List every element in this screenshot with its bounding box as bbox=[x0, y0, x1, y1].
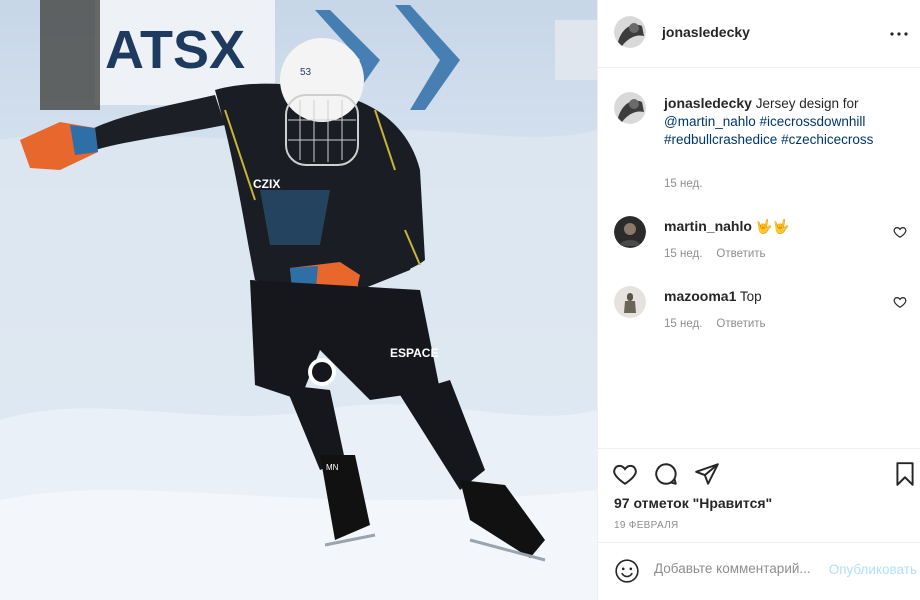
commenter-avatar[interactable] bbox=[614, 286, 646, 318]
post-date[interactable]: 19 ФЕВРАЛЯ bbox=[614, 520, 679, 531]
post-actions: 97 отметок "Нравится" 19 ФЕВРАЛЯ bbox=[598, 448, 920, 542]
helmet-number: 53 bbox=[300, 67, 312, 78]
banner-text: ATSX bbox=[105, 20, 245, 80]
skate-initials: MN bbox=[326, 463, 339, 472]
comment-time[interactable]: 15 нед. bbox=[664, 318, 702, 330]
comment-bubble-icon[interactable] bbox=[653, 461, 679, 487]
comment-body: Top bbox=[739, 289, 762, 304]
skater-illustration: ATSX CZIX 53 ESPACE MN bbox=[0, 0, 597, 600]
author-avatar[interactable] bbox=[614, 16, 646, 48]
caption-avatar[interactable] bbox=[614, 92, 646, 124]
comment-meta: 15 нед. Ответить bbox=[664, 248, 766, 260]
hashtag[interactable]: #redbullcrashedice bbox=[664, 132, 777, 147]
caption-username[interactable]: jonasledecky bbox=[664, 95, 752, 111]
hashtag[interactable]: #icecrossdownhill bbox=[760, 114, 866, 129]
likes-count[interactable]: 97 отметок "Нравится" bbox=[614, 495, 772, 511]
caption-text: jonasledecky Jersey design for @martin_n… bbox=[664, 94, 894, 149]
publish-button[interactable]: Опубликовать bbox=[829, 562, 917, 577]
shorts-brand: ESPACE bbox=[390, 346, 438, 360]
post-header: jonasledecky bbox=[598, 0, 920, 68]
add-comment-bar: Опубликовать bbox=[598, 542, 920, 600]
reply-button[interactable]: Ответить bbox=[716, 248, 765, 260]
emoji-icon[interactable] bbox=[614, 558, 640, 584]
comment-username[interactable]: mazooma1 bbox=[664, 288, 736, 304]
caption-mention[interactable]: @martin_nahlo bbox=[664, 114, 756, 129]
banner-chevron-2 bbox=[395, 5, 460, 110]
comment-text: mazooma1 Top bbox=[664, 287, 894, 306]
hashtag[interactable]: #czechicecross bbox=[781, 132, 873, 147]
more-options-icon[interactable] bbox=[887, 22, 911, 46]
commenter-avatar[interactable] bbox=[614, 216, 646, 248]
comment-meta: 15 нед. Ответить bbox=[664, 318, 766, 330]
jersey-brand: CZIX bbox=[253, 177, 280, 191]
comment-time[interactable]: 15 нед. bbox=[664, 248, 702, 260]
post-photo[interactable]: ATSX CZIX 53 ESPACE MN bbox=[0, 0, 597, 600]
reply-button[interactable]: Ответить bbox=[716, 318, 765, 330]
add-comment-input[interactable] bbox=[654, 561, 814, 576]
caption-body: Jersey design for bbox=[755, 96, 859, 111]
comment-like-icon[interactable] bbox=[893, 295, 907, 309]
share-paper-plane-icon[interactable] bbox=[694, 461, 720, 487]
author-username[interactable]: jonasledecky bbox=[662, 24, 750, 40]
dark-post bbox=[40, 0, 100, 110]
comment-like-icon[interactable] bbox=[893, 225, 907, 239]
post-panel: jonasledecky jonasledecky Jersey design … bbox=[597, 0, 920, 600]
caption-meta: 15 нед. bbox=[664, 178, 702, 190]
comment-body: 🤟🤟 bbox=[755, 219, 790, 234]
save-bookmark-icon[interactable] bbox=[892, 461, 918, 487]
comment-text: martin_nahlo 🤟🤟 bbox=[664, 217, 894, 236]
caption-time[interactable]: 15 нед. bbox=[664, 178, 702, 190]
comment-username[interactable]: martin_nahlo bbox=[664, 218, 752, 234]
like-heart-icon[interactable] bbox=[612, 461, 638, 487]
banner-right bbox=[555, 20, 597, 80]
comments-list: jonasledecky Jersey design for @martin_n… bbox=[598, 68, 920, 448]
